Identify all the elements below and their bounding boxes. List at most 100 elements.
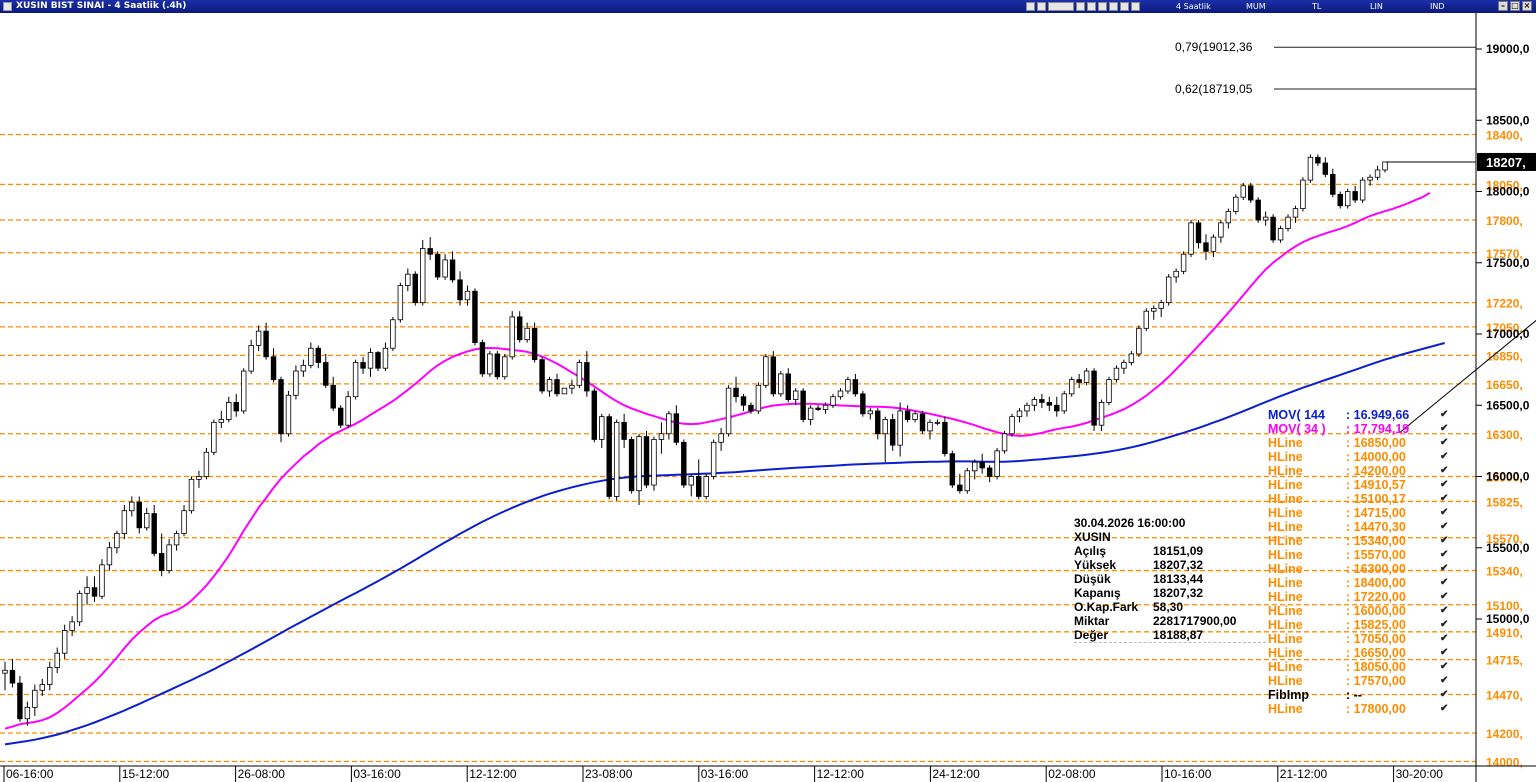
x-tick-label: 21-12:00 xyxy=(1280,767,1328,781)
check-icon[interactable]: ✔ xyxy=(1440,646,1452,660)
legend-row[interactable]: HLine: 15100,17 ✔ xyxy=(1268,492,1454,506)
candle-body xyxy=(658,433,665,440)
scale-button[interactable]: LIN xyxy=(1370,0,1383,13)
check-icon[interactable]: ✔ xyxy=(1440,702,1452,716)
hline-label: 14000, xyxy=(1486,756,1523,770)
candle-body xyxy=(740,396,747,406)
check-icon[interactable]: ✔ xyxy=(1440,422,1452,436)
legend-value: : 16850,00 xyxy=(1346,436,1406,450)
candle-body xyxy=(1240,185,1246,198)
candle-body xyxy=(1337,193,1343,207)
info-row: Açılış 18151,09 xyxy=(1074,544,1266,558)
legend-row[interactable]: HLine: 17800,00 ✔ xyxy=(1268,702,1454,716)
info-panel: 30.04.2026 16:00:00 XUSIN Açılış 18151,09… xyxy=(1074,516,1266,643)
candle-body xyxy=(957,484,963,492)
candle-body xyxy=(233,401,239,412)
legend-row[interactable]: FibImp: -- ✔ xyxy=(1268,688,1454,702)
candle-body xyxy=(1195,222,1202,244)
check-icon[interactable]: ✔ xyxy=(1440,408,1452,422)
check-icon[interactable]: ✔ xyxy=(1440,576,1452,590)
candle-body xyxy=(830,396,836,406)
check-icon[interactable]: ✔ xyxy=(1440,674,1452,688)
check-icon[interactable]: ✔ xyxy=(1440,492,1452,506)
indicator-icon[interactable] xyxy=(1109,2,1118,11)
legend-name: HLine xyxy=(1268,436,1303,450)
candle-body xyxy=(912,413,918,420)
check-icon[interactable]: ✔ xyxy=(1440,506,1452,520)
legend-row[interactable]: HLine: 15340,00 ✔ xyxy=(1268,534,1454,548)
legend-row[interactable]: MOV( 144: 16.949,66 ✔ xyxy=(1268,408,1454,422)
draw-line-icon[interactable] xyxy=(1098,2,1107,11)
hline-label: 16650, xyxy=(1486,378,1523,392)
info-row: O.Kap.Fark 58,30 xyxy=(1074,600,1266,614)
last-price-marker: 18207, xyxy=(1385,152,1536,171)
legend-row[interactable]: MOV( 34 ): 17.794,19 ✔ xyxy=(1268,422,1454,436)
legend-row[interactable]: HLine: 17220,00 ✔ xyxy=(1268,590,1454,604)
legend-row[interactable]: HLine: 14200,00 ✔ xyxy=(1268,464,1454,478)
candle-body xyxy=(606,416,612,497)
print-icon[interactable] xyxy=(1087,2,1096,11)
candle-body xyxy=(412,273,418,304)
x-tick-label: 03-16:00 xyxy=(701,767,749,781)
check-icon[interactable]: ✔ xyxy=(1440,562,1452,576)
check-icon[interactable]: ✔ xyxy=(1440,520,1452,534)
refresh-icon[interactable] xyxy=(1131,2,1140,11)
moving-averages xyxy=(4,192,1445,746)
check-icon[interactable]: ✔ xyxy=(1440,548,1452,562)
legend-row[interactable]: HLine: 16650,00 ✔ xyxy=(1268,646,1454,660)
zoom-icon[interactable] xyxy=(1037,2,1046,11)
close-button[interactable]: × xyxy=(1522,1,1532,11)
save-icon[interactable] xyxy=(1076,2,1085,11)
maximize-button[interactable]: □ xyxy=(1510,1,1520,11)
check-icon[interactable]: ✔ xyxy=(1440,660,1452,674)
candle-body xyxy=(748,404,754,412)
currency-button[interactable]: TL xyxy=(1312,0,1321,13)
legend-row[interactable]: HLine: 18400,00 ✔ xyxy=(1268,576,1454,590)
candle-body xyxy=(502,356,508,378)
x-tick-label: 03-16:00 xyxy=(353,767,401,781)
candle-body xyxy=(852,379,859,395)
candle-body xyxy=(9,669,16,684)
check-icon[interactable]: ✔ xyxy=(1440,590,1452,604)
legend-row[interactable]: HLine: 14715,00 ✔ xyxy=(1268,506,1454,520)
legend-row[interactable]: HLine: 18050,00 ✔ xyxy=(1268,660,1454,674)
candle-body xyxy=(1113,367,1120,381)
legend-value: : 17800,00 xyxy=(1346,702,1406,716)
legend-row[interactable]: HLine: 16000,00 ✔ xyxy=(1268,604,1454,618)
check-icon[interactable]: ✔ xyxy=(1440,464,1452,478)
timeframe-button[interactable]: 4 Saatlik xyxy=(1176,0,1211,13)
legend-row[interactable]: HLine: 16300,00 ✔ xyxy=(1268,562,1454,576)
check-icon[interactable]: ✔ xyxy=(1440,450,1452,464)
legend-row[interactable]: HLine: 17050,00 ✔ xyxy=(1268,632,1454,646)
legend-row[interactable]: HLine: 15825,00 ✔ xyxy=(1268,618,1454,632)
info-row: Kapanış 18207,32 xyxy=(1074,586,1266,600)
hline-label: 16850, xyxy=(1486,349,1523,363)
check-icon[interactable]: ✔ xyxy=(1440,604,1452,618)
legend-row[interactable]: HLine : 16850,00 ✔ xyxy=(1268,436,1454,450)
legend-row[interactable]: HLine: 14470,30 ✔ xyxy=(1268,520,1454,534)
legend-value: : 16000,00 xyxy=(1346,604,1406,618)
candle-body xyxy=(240,370,247,412)
indicator-button[interactable]: IND xyxy=(1430,0,1445,13)
legend-row[interactable]: HLine: 15570,00 ✔ xyxy=(1268,548,1454,562)
legend-row[interactable]: HLine: 14000,00 ✔ xyxy=(1268,450,1454,464)
check-icon[interactable]: ✔ xyxy=(1440,632,1452,646)
settings-icon[interactable] xyxy=(1120,2,1129,11)
check-icon[interactable]: ✔ xyxy=(1440,618,1452,632)
candle-body xyxy=(1136,327,1142,355)
candle-body xyxy=(367,352,374,369)
check-icon[interactable]: ✔ xyxy=(1440,478,1452,492)
chart-tool-icon[interactable] xyxy=(1026,2,1035,11)
candle-type-button[interactable]: MUM xyxy=(1246,0,1266,13)
legend-row[interactable]: HLine: 14910,57 ✔ xyxy=(1268,478,1454,492)
minimize-button[interactable]: – xyxy=(1498,1,1508,11)
candle-body xyxy=(487,353,493,375)
legend-row[interactable]: HLine: 17570,00 ✔ xyxy=(1268,674,1454,688)
period-selector[interactable] xyxy=(1048,2,1074,11)
check-icon[interactable]: ✔ xyxy=(1440,688,1452,702)
candle-body xyxy=(889,419,896,446)
legend-value: : 15340,00 xyxy=(1346,534,1406,548)
check-icon[interactable]: ✔ xyxy=(1440,534,1452,548)
x-tick-label: 12-12:00 xyxy=(469,767,517,781)
check-icon[interactable]: ✔ xyxy=(1440,436,1452,450)
